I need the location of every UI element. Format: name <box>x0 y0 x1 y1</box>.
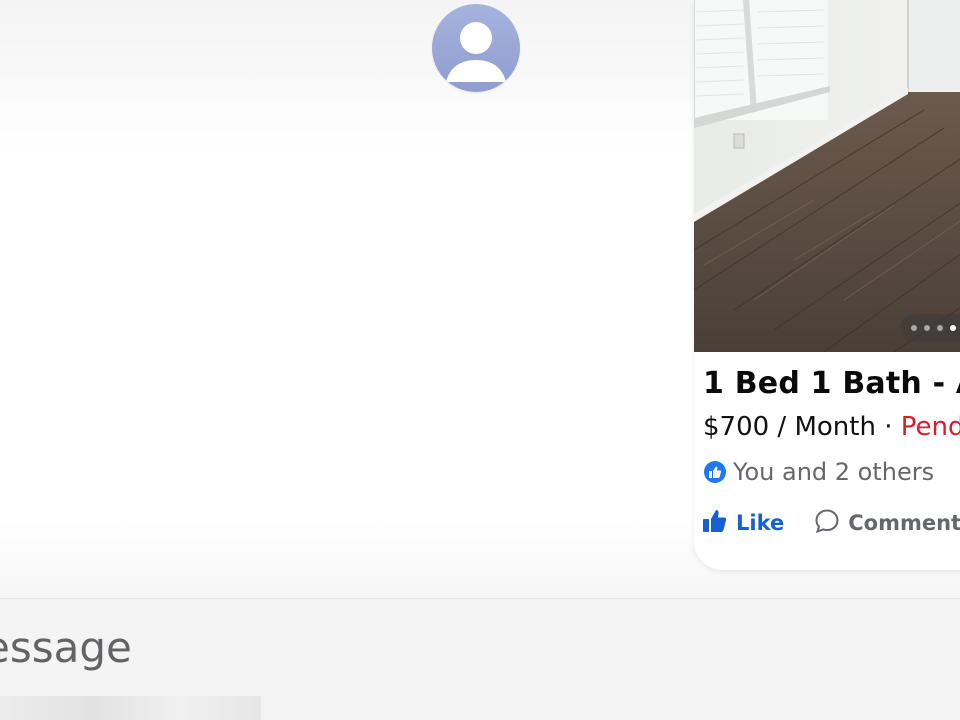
chat-screen: 1 Bed 1 Bath - Ap $700 / Month · Pend Yo… <box>0 0 960 720</box>
carousel-dot <box>924 325 930 331</box>
like-badge-icon <box>704 461 726 483</box>
keyboard-area-edge <box>0 696 960 720</box>
comment-button-label: Comment <box>848 511 960 535</box>
listing-photo[interactable] <box>694 0 960 352</box>
like-button[interactable]: Like <box>702 508 784 538</box>
carousel-dot <box>911 325 917 331</box>
comment-button[interactable]: Comment <box>814 508 960 538</box>
marketplace-listing-card[interactable]: 1 Bed 1 Bath - Ap $700 / Month · Pend Yo… <box>694 0 960 570</box>
listing-price-line: $700 / Month · Pend <box>703 412 960 442</box>
default-user-avatar-icon[interactable] <box>432 4 520 92</box>
listing-price: $700 / Month <box>703 412 876 442</box>
reactions-summary[interactable]: You and 2 others <box>704 457 934 487</box>
listing-status: Pend <box>900 412 960 442</box>
message-input[interactable] <box>0 599 960 697</box>
likes-count-text: You and 2 others <box>733 458 935 486</box>
carousel-dot <box>937 325 943 331</box>
photo-carousel-indicator[interactable] <box>900 314 960 342</box>
like-button-label: Like <box>736 511 785 535</box>
listing-actions: Like Comment <box>702 506 960 540</box>
carousel-dot-active <box>950 325 956 331</box>
message-composer: essage <box>0 598 960 697</box>
listing-title[interactable]: 1 Bed 1 Bath - Ap <box>703 366 960 401</box>
comment-bubble-icon <box>814 508 840 538</box>
price-separator: · <box>875 412 901 442</box>
thumbs-up-icon <box>702 508 728 538</box>
